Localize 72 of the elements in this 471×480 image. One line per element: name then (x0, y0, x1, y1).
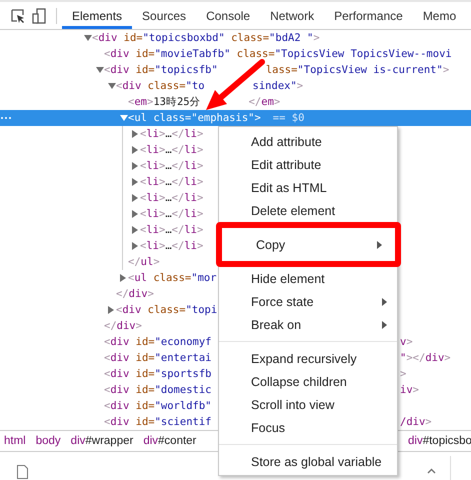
menu-item[interactable]: Focus (219, 416, 397, 439)
device-icon[interactable] (32, 8, 46, 24)
disclosure-triangle[interactable] (132, 146, 138, 154)
code-line: <div id="movieTabfb" class="TopicsView TopicsView--movi (104, 48, 452, 60)
menu-item[interactable]: Scroll into view (219, 393, 397, 416)
code-line: > (400, 368, 406, 380)
panel-tab[interactable]: Network (260, 2, 324, 29)
disclosure-triangle[interactable] (132, 178, 138, 186)
disclosure-triangle[interactable] (108, 83, 116, 89)
code-line: <li>…</li> (140, 224, 204, 236)
code-line: </div> (116, 288, 154, 300)
caret-icon[interactable] (427, 468, 436, 474)
menu-item[interactable]: Store as global variable (219, 450, 397, 473)
code-line: <div id="topicsfb" (104, 64, 218, 76)
breadcrumb[interactable]: html (0, 435, 32, 447)
menu-item[interactable]: Edit as HTML (219, 176, 397, 199)
code-line: </div> (104, 320, 142, 332)
code-line: <li>…</li> (140, 240, 204, 252)
panel-tab[interactable]: Sources (132, 2, 196, 29)
code-line: <ul class="mor (128, 272, 217, 284)
disclosure-triangle[interactable] (132, 226, 138, 234)
code-line: <div id="topicsboxbd" class="bdA2 "> (92, 32, 320, 44)
panel-tab[interactable]: Console (196, 2, 260, 29)
inspect-icon[interactable] (11, 8, 25, 22)
code-line: sindex"> (252, 80, 304, 92)
code-line: <em>13時25分 (128, 95, 201, 109)
code-line: iv> (400, 384, 419, 396)
code-line: lass="TopicsView is-current"> (266, 64, 450, 76)
code-line: <li>…</li> (140, 176, 204, 188)
menu-item[interactable]: Hide element (219, 267, 397, 290)
menu-item[interactable]: Copy (224, 233, 392, 256)
code-line: v> (400, 336, 413, 348)
console-reference: == $0 (272, 112, 304, 124)
menu-item[interactable]: Add attribute (219, 130, 397, 153)
breadcrumb[interactable]: div#conter (139, 435, 202, 447)
code-line: "></div> (400, 352, 451, 364)
disclosure-triangle[interactable] (84, 35, 92, 41)
code-line: <div id="domestic (104, 384, 212, 396)
disclosure-triangle[interactable] (132, 242, 138, 250)
disclosure-triangle[interactable] (120, 274, 126, 282)
code-line: </em> (248, 96, 280, 108)
menu-item[interactable]: Force state (219, 290, 397, 313)
disclosure-triangle[interactable] (96, 67, 104, 73)
code-line: <div class="to (116, 80, 205, 92)
menu-item[interactable]: Expand recursively (219, 347, 397, 370)
breadcrumb[interactable]: div#wrapper (66, 435, 140, 447)
menu-item[interactable]: Delete element (219, 199, 397, 222)
panel-tab[interactable]: Performance (324, 2, 413, 29)
code-line: <div id="entertai (104, 352, 212, 364)
panel-tab[interactable]: Memo (412, 2, 466, 29)
disclosure-triangle[interactable] (108, 306, 114, 314)
disclosure-triangle[interactable] (132, 194, 138, 202)
code-line: <div id="scientif (104, 416, 212, 428)
code-line: /div> (400, 416, 432, 428)
code-line: <li>…</li> (140, 192, 204, 204)
code-line: <li>…</li> (140, 128, 204, 140)
breadcrumb[interactable]: body (32, 435, 67, 447)
code-line: <div id="economyf (104, 336, 212, 348)
code-line: <ul class="emphasis"> (128, 112, 261, 124)
menu-item[interactable]: Edit attribute (219, 153, 397, 176)
code-line: <li>…</li> (140, 144, 204, 156)
code-line: <li>…</li> (140, 160, 204, 172)
menu-item[interactable]: Collapse children (219, 370, 397, 393)
code-line: <li>…</li> (140, 208, 204, 220)
code-line: <div class="topi (116, 304, 218, 316)
code-line: </ul> (128, 256, 160, 268)
menu-item[interactable]: Break on (219, 313, 397, 336)
disclosure-triangle[interactable] (132, 162, 138, 170)
code-line: <div id="worldfb" (104, 400, 212, 412)
code-line: <div id="sportsfb (104, 368, 212, 380)
disclosure-triangle[interactable] (132, 210, 138, 218)
disclosure-triangle[interactable] (132, 130, 138, 138)
